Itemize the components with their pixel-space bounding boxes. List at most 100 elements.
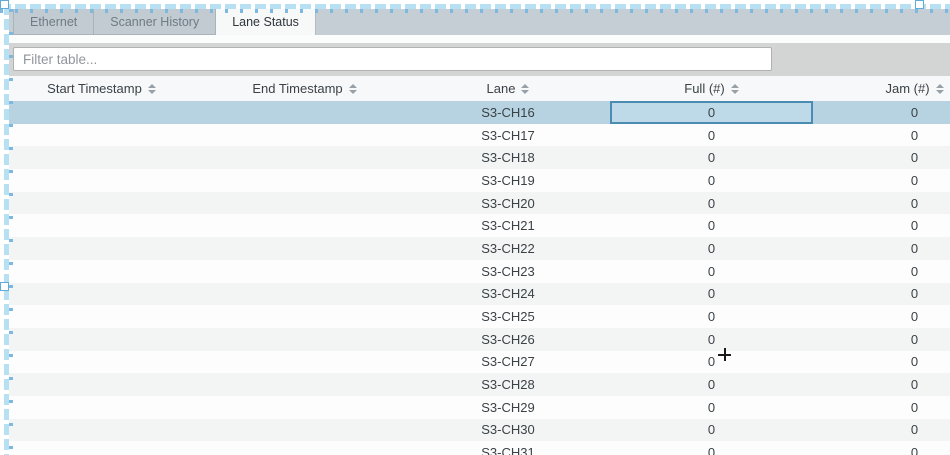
- cell-start-timestamp[interactable]: [0, 373, 203, 396]
- cell-lane[interactable]: S3-CH17: [406, 124, 610, 147]
- table-row[interactable]: S3-CH28 0 0: [0, 373, 950, 396]
- cell-jam[interactable]: 0: [813, 192, 950, 215]
- cell-full[interactable]: 0: [610, 283, 813, 306]
- cell-end-timestamp[interactable]: [203, 373, 406, 396]
- cell-start-timestamp[interactable]: [0, 124, 203, 147]
- table-row[interactable]: S3-CH24 0 0: [0, 283, 950, 306]
- cell-full[interactable]: 0: [610, 396, 813, 419]
- cell-lane[interactable]: S3-CH24: [406, 283, 610, 306]
- cell-full[interactable]: 0: [610, 192, 813, 215]
- tab-scanner-history[interactable]: Scanner History: [94, 8, 216, 35]
- column-header-end-timestamp[interactable]: End Timestamp: [203, 76, 406, 101]
- cell-end-timestamp[interactable]: [203, 351, 406, 374]
- resize-handle-top-right[interactable]: [915, 0, 924, 9]
- cell-end-timestamp[interactable]: [203, 283, 406, 306]
- cell-end-timestamp[interactable]: [203, 419, 406, 442]
- cell-jam[interactable]: 0: [813, 101, 950, 124]
- table-row[interactable]: S3-CH25 0 0: [0, 305, 950, 328]
- cell-lane[interactable]: S3-CH29: [406, 396, 610, 419]
- cell-full[interactable]: 0: [610, 305, 813, 328]
- cell-jam[interactable]: 0: [813, 146, 950, 169]
- table-row[interactable]: S3-CH29 0 0: [0, 396, 950, 419]
- cell-lane[interactable]: S3-CH27: [406, 351, 610, 374]
- cell-end-timestamp[interactable]: [203, 260, 406, 283]
- cell-full[interactable]: 0: [610, 124, 813, 147]
- table-row[interactable]: S3-CH17 0 0: [0, 124, 950, 147]
- cell-jam[interactable]: 0: [813, 237, 950, 260]
- cell-full[interactable]: 0: [610, 260, 813, 283]
- cell-start-timestamp[interactable]: [0, 441, 203, 455]
- cell-start-timestamp[interactable]: [0, 214, 203, 237]
- cell-lane[interactable]: S3-CH30: [406, 419, 610, 442]
- cell-lane[interactable]: S3-CH19: [406, 169, 610, 192]
- table-row[interactable]: S3-CH18 0 0: [0, 146, 950, 169]
- cell-end-timestamp[interactable]: [203, 214, 406, 237]
- cell-lane[interactable]: S3-CH16: [406, 101, 610, 124]
- cell-end-timestamp[interactable]: [203, 237, 406, 260]
- table-row[interactable]: S3-CH31 0 0: [0, 441, 950, 455]
- column-header-start-timestamp[interactable]: Start Timestamp: [0, 76, 203, 101]
- cell-full[interactable]: 0: [610, 328, 813, 351]
- cell-start-timestamp[interactable]: [0, 169, 203, 192]
- table-row[interactable]: S3-CH19 0 0: [0, 169, 950, 192]
- cell-end-timestamp[interactable]: [203, 328, 406, 351]
- cell-lane[interactable]: S3-CH22: [406, 237, 610, 260]
- cell-lane[interactable]: S3-CH20: [406, 192, 610, 215]
- cell-start-timestamp[interactable]: [0, 101, 203, 124]
- cell-lane[interactable]: S3-CH26: [406, 328, 610, 351]
- table-row[interactable]: S3-CH20 0 0: [0, 192, 950, 215]
- cell-start-timestamp[interactable]: [0, 328, 203, 351]
- column-header-lane[interactable]: Lane: [406, 76, 610, 101]
- cell-jam[interactable]: 0: [813, 214, 950, 237]
- cell-end-timestamp[interactable]: [203, 169, 406, 192]
- cell-jam[interactable]: 0: [813, 373, 950, 396]
- cell-full[interactable]: 0: [610, 441, 813, 455]
- cell-start-timestamp[interactable]: [0, 351, 203, 374]
- cell-jam[interactable]: 0: [813, 419, 950, 442]
- cell-end-timestamp[interactable]: [203, 441, 406, 455]
- cell-start-timestamp[interactable]: [0, 260, 203, 283]
- cell-lane[interactable]: S3-CH31: [406, 441, 610, 455]
- cell-full[interactable]: 0: [610, 237, 813, 260]
- table-row[interactable]: S3-CH22 0 0: [0, 237, 950, 260]
- cell-full[interactable]: 0: [610, 101, 813, 124]
- table-row[interactable]: S3-CH26 0 0: [0, 328, 950, 351]
- cell-start-timestamp[interactable]: [0, 192, 203, 215]
- cell-lane[interactable]: S3-CH28: [406, 373, 610, 396]
- cell-start-timestamp[interactable]: [0, 237, 203, 260]
- cell-jam[interactable]: 0: [813, 441, 950, 455]
- cell-start-timestamp[interactable]: [0, 283, 203, 306]
- cell-jam[interactable]: 0: [813, 260, 950, 283]
- cell-full[interactable]: 0: [610, 373, 813, 396]
- cell-jam[interactable]: 0: [813, 351, 950, 374]
- tab-lane-status[interactable]: Lane Status: [216, 8, 316, 35]
- column-header-jam[interactable]: Jam (#): [813, 76, 950, 101]
- cell-lane[interactable]: S3-CH23: [406, 260, 610, 283]
- table-row[interactable]: S3-CH27 0 0: [0, 351, 950, 374]
- cell-end-timestamp[interactable]: [203, 146, 406, 169]
- cell-jam[interactable]: 0: [813, 124, 950, 147]
- cell-end-timestamp[interactable]: [203, 124, 406, 147]
- cell-jam[interactable]: 0: [813, 328, 950, 351]
- cell-end-timestamp[interactable]: [203, 305, 406, 328]
- table-row[interactable]: S3-CH21 0 0: [0, 214, 950, 237]
- resize-handle-top-left[interactable]: [0, 0, 9, 9]
- cell-full[interactable]: 0: [610, 169, 813, 192]
- tab-ethernet[interactable]: Ethernet: [13, 8, 94, 35]
- table-row[interactable]: S3-CH23 0 0: [0, 260, 950, 283]
- cell-jam[interactable]: 0: [813, 169, 950, 192]
- table-row[interactable]: S3-CH30 0 0: [0, 419, 950, 442]
- cell-end-timestamp[interactable]: [203, 101, 406, 124]
- cell-full[interactable]: 0: [610, 419, 813, 442]
- cell-lane[interactable]: S3-CH18: [406, 146, 610, 169]
- cell-full[interactable]: 0: [610, 146, 813, 169]
- cell-end-timestamp[interactable]: [203, 192, 406, 215]
- cell-start-timestamp[interactable]: [0, 396, 203, 419]
- cell-jam[interactable]: 0: [813, 396, 950, 419]
- cell-jam[interactable]: 0: [813, 305, 950, 328]
- resize-handle-middle-left[interactable]: [0, 282, 9, 291]
- table-row[interactable]: S3-CH16 0 0: [0, 101, 950, 124]
- cell-lane[interactable]: S3-CH21: [406, 214, 610, 237]
- cell-end-timestamp[interactable]: [203, 396, 406, 419]
- cell-full[interactable]: 0: [610, 214, 813, 237]
